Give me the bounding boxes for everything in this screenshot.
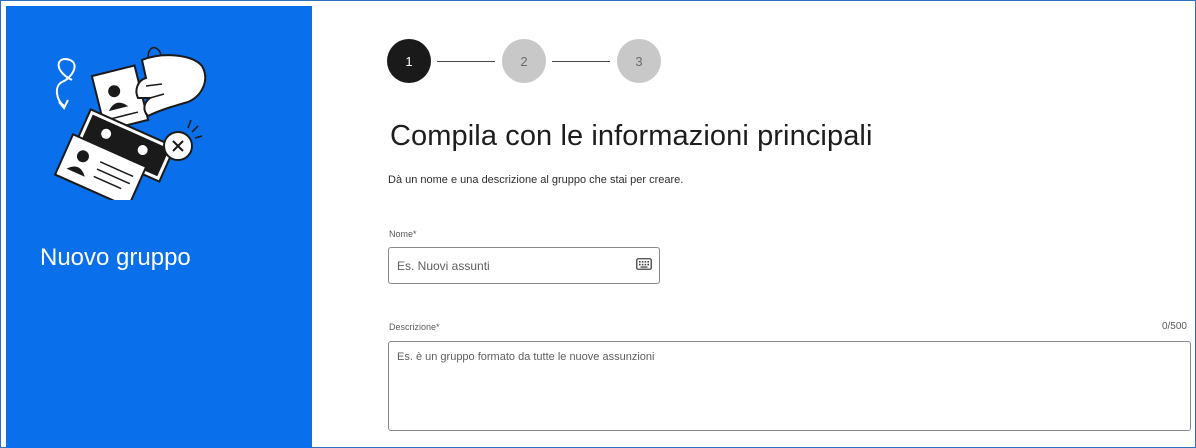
description-label: Descrizione*: [389, 322, 440, 332]
name-label: Nome*: [389, 229, 417, 239]
step-1: 1: [387, 39, 431, 83]
step-3: 3: [617, 39, 661, 83]
step-2: 2: [502, 39, 546, 83]
page-subtitle: Dà un nome e una descrizione al gruppo c…: [388, 174, 684, 186]
name-input[interactable]: [389, 248, 637, 283]
character-counter: 0/500: [1161, 321, 1187, 332]
keyboard-icon[interactable]: [636, 258, 652, 270]
step-connector: [552, 61, 610, 62]
page-title: Compila con le informazioni principali: [390, 120, 873, 152]
name-field[interactable]: [388, 247, 660, 284]
step-connector: [437, 61, 495, 62]
main-content: 1 2 3 Compila con le informazioni princi…: [312, 0, 1196, 448]
description-textarea[interactable]: [388, 341, 1191, 431]
sidebar-title: Nuovo gruppo: [40, 244, 191, 271]
sidebar: Nuovo gruppo: [6, 6, 312, 448]
id-cards-hand-illustration: [53, 47, 207, 200]
